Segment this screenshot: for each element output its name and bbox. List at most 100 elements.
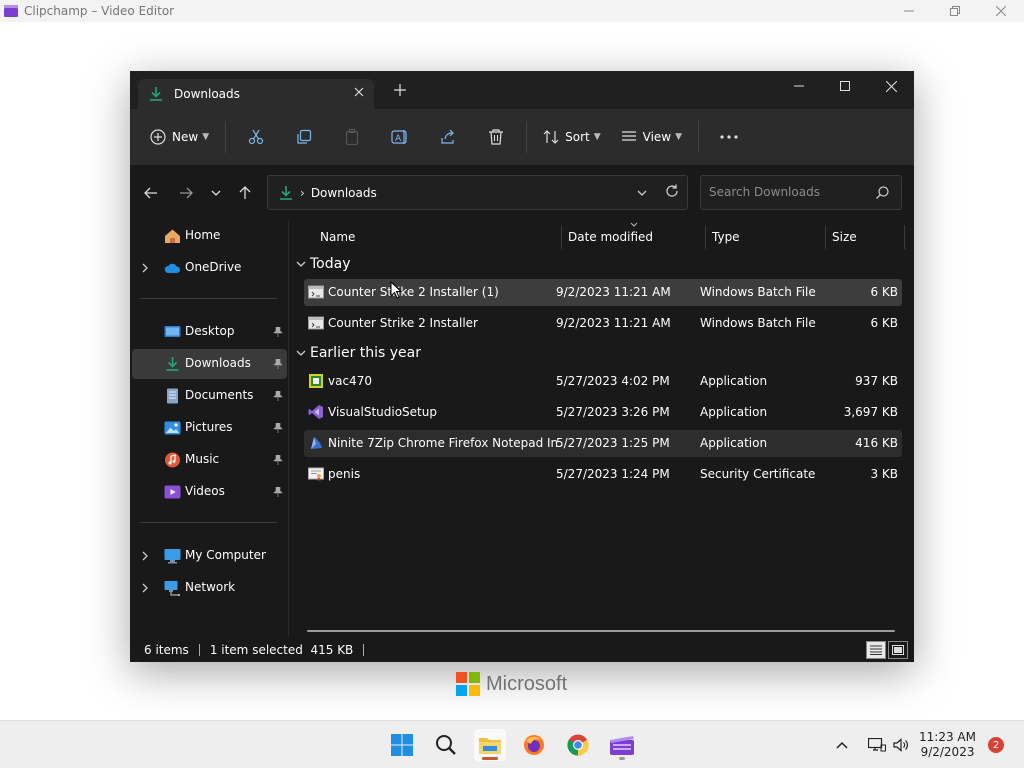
table-row[interactable]: Counter Strike 2 Installer 9/2/2023 11:2… (304, 310, 902, 337)
column-separator[interactable] (705, 225, 706, 249)
paste-button[interactable] (328, 119, 376, 155)
sidebar-item-videos[interactable]: Videos (132, 477, 287, 507)
taskbar-clipchamp[interactable] (606, 729, 638, 761)
cloud-icon (164, 263, 181, 273)
table-row[interactable]: vac470 5/27/2023 4:02 PM Application 937… (304, 368, 902, 395)
pane-splitter[interactable] (288, 221, 289, 637)
explorer-close-button[interactable] (868, 71, 914, 101)
tab-downloads[interactable]: Downloads (138, 79, 374, 109)
up-button[interactable] (235, 183, 255, 203)
search-input[interactable] (709, 185, 869, 199)
cut-button[interactable] (232, 119, 280, 155)
scissors-icon (249, 129, 264, 145)
restore-icon (950, 6, 960, 16)
close-button[interactable] (978, 0, 1024, 22)
table-row[interactable]: penis 5/27/2023 1:24 PM Security Certifi… (304, 461, 902, 488)
column-header-name[interactable]: Name (320, 225, 355, 249)
pin-icon (273, 422, 283, 436)
sidebar-item-music[interactable]: Music (132, 445, 287, 475)
sidebar-item-label: My Computer (185, 548, 266, 562)
column-separator[interactable] (904, 225, 905, 249)
refresh-button[interactable] (665, 184, 679, 201)
minimize-button[interactable] (886, 0, 932, 22)
new-label: New (172, 130, 199, 144)
details-view-button[interactable] (866, 641, 886, 659)
new-button[interactable]: New ▼ (140, 119, 219, 155)
tiles-view-button[interactable] (888, 641, 908, 659)
chevron-down-icon (296, 261, 306, 267)
tab-label: Downloads (174, 87, 240, 101)
file-date: 5/27/2023 1:25 PM (556, 436, 670, 450)
taskbar-file-explorer[interactable] (474, 729, 506, 761)
share-button[interactable] (424, 119, 472, 155)
sidebar-item-label: Documents (185, 388, 254, 402)
svg-text:A: A (395, 134, 402, 144)
column-separator[interactable] (825, 225, 826, 249)
column-separator[interactable] (561, 225, 562, 249)
tab-close-button[interactable] (354, 85, 364, 101)
view-button[interactable]: View ▼ (611, 119, 692, 155)
system-clock[interactable]: 11:23 AM 9/2/2023 (919, 730, 976, 760)
chevron-right-icon[interactable] (142, 582, 148, 596)
network-icon (164, 581, 180, 596)
chevron-right-icon[interactable] (142, 262, 148, 276)
recent-locations-button[interactable] (206, 183, 226, 203)
sort-button[interactable]: Sort ▼ (533, 119, 611, 155)
column-header-date[interactable]: Date modified (568, 225, 653, 249)
toolbar-separator (225, 121, 227, 153)
group-header-earlier-this-year[interactable]: Earlier this year (296, 342, 421, 364)
back-button[interactable] (141, 183, 161, 203)
chevron-right-icon[interactable] (142, 550, 148, 564)
delete-button[interactable] (472, 119, 520, 155)
clipchamp-icon (610, 736, 634, 755)
arrow-right-icon (180, 187, 193, 199)
show-hidden-icons-button[interactable] (836, 721, 848, 768)
batch-file-icon (308, 285, 324, 299)
search-icon (876, 186, 889, 199)
sidebar-item-onedrive[interactable]: OneDrive (132, 253, 287, 283)
sidebar-item-downloads[interactable]: Downloads (132, 349, 287, 379)
sidebar-item-pictures[interactable]: Pictures (132, 413, 287, 443)
new-tab-button[interactable] (394, 83, 406, 99)
forward-button[interactable] (176, 183, 196, 203)
sidebar-item-home[interactable]: Home (132, 221, 287, 251)
start-button[interactable] (386, 729, 418, 761)
table-row[interactable]: VisualStudioSetup 5/27/2023 3:26 PM Appl… (304, 399, 902, 426)
network-status-button[interactable] (868, 721, 886, 768)
taskbar-firefox[interactable] (518, 729, 550, 761)
group-header-today[interactable]: Today (296, 253, 351, 275)
table-row[interactable]: Ninite 7Zip Chrome Firefox Notepad Inst.… (304, 430, 902, 457)
sidebar-item-label: Music (185, 452, 220, 466)
breadcrumb-downloads[interactable]: Downloads (311, 186, 377, 200)
download-icon (280, 185, 292, 200)
explorer-maximize-button[interactable] (822, 71, 868, 101)
chevron-down-icon (296, 350, 306, 356)
rename-button[interactable]: A (376, 119, 424, 155)
chevron-up-icon (836, 741, 848, 749)
notification-badge[interactable]: 2 (988, 737, 1004, 753)
column-header-type[interactable]: Type (712, 225, 740, 249)
search-button[interactable] (430, 729, 462, 761)
more-options-button[interactable] (705, 119, 753, 155)
sidebar-item-desktop[interactable]: Desktop (132, 317, 287, 347)
sidebar-divider (140, 522, 277, 523)
file-size: 6 KB (870, 316, 898, 330)
column-header-size[interactable]: Size (832, 225, 857, 249)
explorer-minimize-button[interactable] (776, 71, 822, 101)
copy-button[interactable] (280, 119, 328, 155)
restore-button[interactable] (932, 0, 978, 22)
volume-button[interactable] (893, 721, 909, 768)
sort-icon (543, 130, 559, 144)
sidebar-item-network[interactable]: Network (132, 573, 287, 603)
clipboard-icon (346, 129, 359, 145)
sort-label: Sort (565, 130, 590, 144)
sidebar-item-documents[interactable]: Documents (132, 381, 287, 411)
sidebar-item-my-computer[interactable]: My Computer (132, 541, 287, 571)
taskbar-chrome[interactable] (562, 729, 594, 761)
sidebar-item-label: Videos (185, 484, 225, 498)
clock-date: 9/2/2023 (920, 745, 975, 759)
horizontal-scrollbar[interactable] (307, 630, 895, 632)
refresh-icon (666, 184, 678, 197)
address-dropdown-button[interactable] (637, 185, 647, 199)
address-bar[interactable]: › Downloads (267, 175, 688, 210)
